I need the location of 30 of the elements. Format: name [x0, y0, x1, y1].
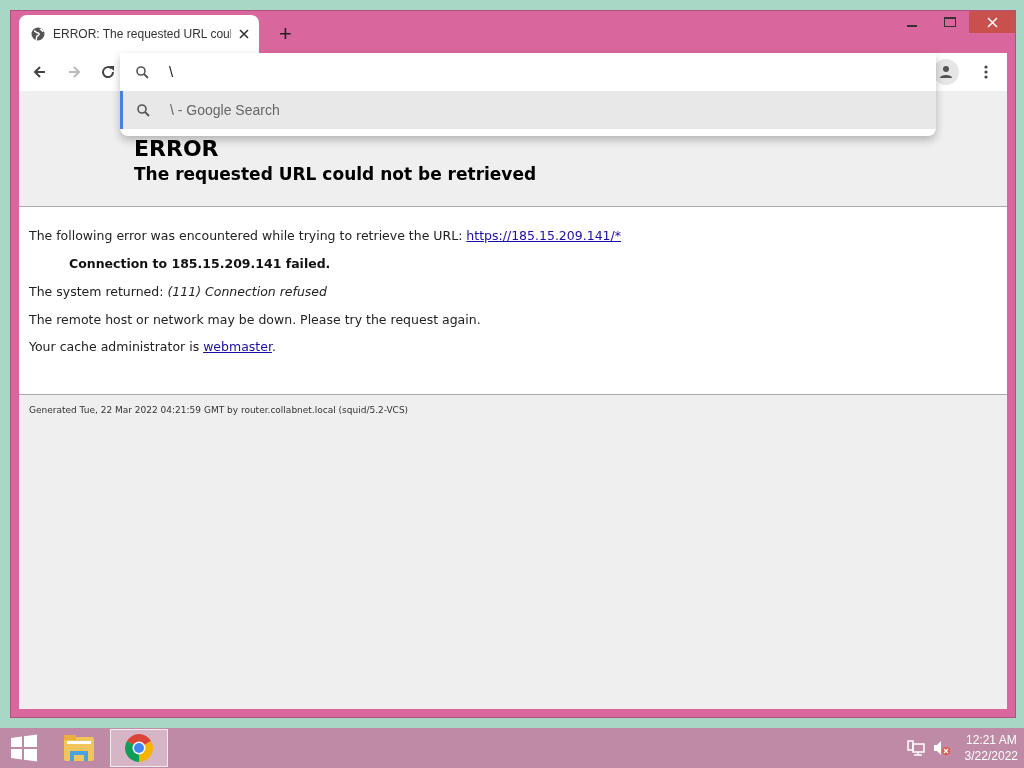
menu-icon [984, 65, 988, 79]
globe-icon [31, 27, 45, 41]
reload-icon [99, 63, 117, 81]
link[interactable]: webmaster [203, 339, 272, 355]
taskbar-app[interactable] [110, 729, 168, 767]
footer-text: Generated Tue, 22 Mar 2022 04:21:59 GMT by router.collabnet.local (squid/5.2-VCS) [28, 404, 410, 418]
person-icon [939, 65, 953, 79]
browser-tab[interactable]: ERROR: The requested URL coul [19, 15, 259, 53]
minimize-icon [907, 25, 917, 27]
close-tab-icon[interactable] [239, 29, 249, 39]
link[interactable]: https://185.15.209.141/* [466, 228, 621, 244]
address-field[interactable]: \ [169, 60, 769, 84]
network-icon[interactable] [906, 740, 925, 756]
folder-icon [63, 733, 95, 763]
paragraph: The system returned: (111) Connection refused [29, 282, 328, 301]
chrome-icon [124, 733, 154, 763]
close-button[interactable] [969, 11, 1015, 33]
paragraph: The following error was encountered while trying to retrieve the URL: https://185.15.209.141/* [29, 227, 622, 246]
suggestion-item[interactable]: \ - Google Search [120, 91, 936, 129]
maximize-icon [944, 17, 956, 27]
error-detail: Connection to 185.15.209.141 failed. [68, 255, 332, 274]
search-icon [137, 103, 150, 117]
search-icon [136, 65, 149, 79]
new-tab-button[interactable]: + [273, 21, 298, 47]
error-subheading: The requested URL could not be retrieved [134, 164, 538, 185]
error-heading: ERROR [134, 138, 220, 160]
paragraph: Your cache administrator is webmaster. [29, 338, 277, 357]
paragraph: The remote host or network may be down. Please try the request again. [29, 310, 482, 329]
close-icon [986, 16, 998, 28]
muted-speaker-icon[interactable] [932, 740, 951, 756]
